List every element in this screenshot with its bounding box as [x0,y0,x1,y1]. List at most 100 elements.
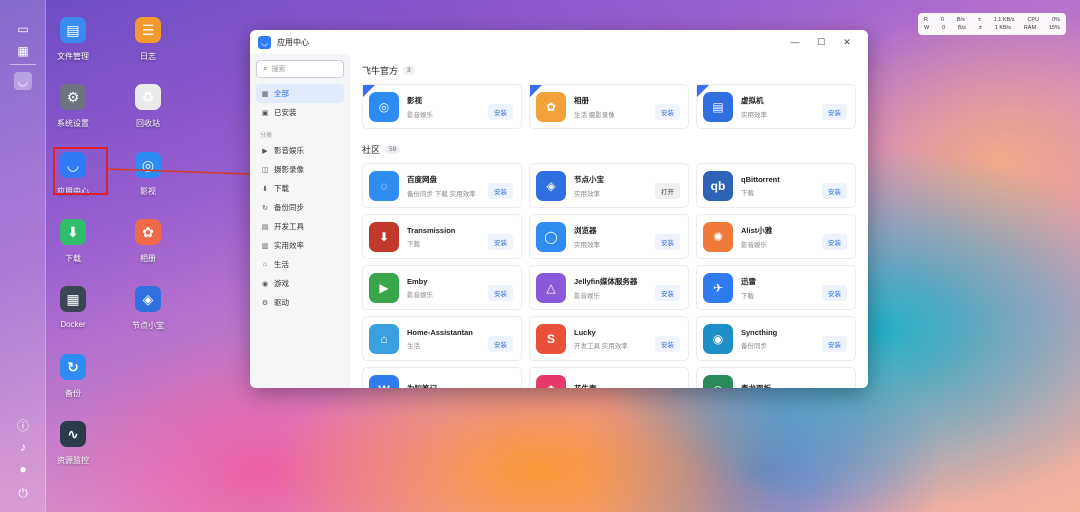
app-icon: ✿ [536,374,566,388]
sidebar-item-label: 下载 [274,184,289,193]
app-card[interactable]: qb qBittorrent 下载 安装 [696,163,856,208]
sidebar-item[interactable]: ⬇ 下载 [256,179,344,198]
app-info: 青龙面板 [741,383,849,389]
official-badge-icon [697,85,709,97]
install-button[interactable]: 安装 [488,183,513,199]
sidebar-item-label: 实用效率 [274,241,304,250]
sysmon-value: W [924,25,930,31]
app-card[interactable]: W 为知笔记 [362,367,522,388]
sidebar-item[interactable]: ◫ 摄影录像 [256,160,344,179]
nav-icon: ⬇ [262,185,268,193]
sidebar-item-label: 备份同步 [274,203,304,212]
app-card[interactable]: ◎ 影视 影音娱乐 安装 [362,84,522,129]
desktop-app-icon: ⚙ [60,84,86,110]
app-card[interactable]: ◉ Syncthing 备份同步 安装 [696,316,856,361]
monitor-icon[interactable]: ▭ [14,20,32,38]
app-icon: ◯ [536,221,566,252]
install-button[interactable]: 安装 [655,285,680,301]
sidebar-item[interactable]: ⌂ 生活 [256,255,344,274]
app-icon: ✺ [703,221,733,252]
app-card[interactable]: ⬇ Transmission 下载 安装 [362,214,522,259]
sidebar-item-label: 游戏 [274,279,289,288]
sysmon-value: R [924,17,928,23]
install-button[interactable]: 安装 [822,183,847,199]
sysmon-value: 0 [940,17,944,23]
app-name: 青龙面板 [741,383,771,389]
app-card[interactable]: S Lucky 开发工具 实用效率 安装 [529,316,689,361]
install-button[interactable]: 安装 [488,285,513,301]
desktop-icon[interactable]: ⬇ 下载 [38,219,108,264]
install-button[interactable]: 安装 [822,234,847,250]
desktop-icon[interactable]: ☰ 日志 [113,17,183,62]
sidebar-item[interactable]: ▶ 影音娱乐 [256,141,344,160]
app-grid-icon[interactable]: ▦ [14,42,32,60]
sidebar-item[interactable]: ↻ 备份同步 [256,198,344,217]
app-icon: ⌂ [369,323,399,354]
desktop-icon[interactable]: ⚙ 系统设置 [38,84,108,129]
desktop-icon[interactable]: ▤ 文件管理 [38,17,108,62]
app-card[interactable]: ▤ 虚拟机 实用效率 安装 [696,84,856,129]
app-icon: ⬇ [369,221,399,252]
install-button[interactable]: 安装 [655,104,680,120]
sidebar-item-label: 驱动 [274,298,289,307]
minimize-button[interactable]: — [782,37,808,47]
nav-icon: ▶ [262,147,268,155]
sysmon-value: RAM [1023,25,1037,31]
sidebar-item[interactable]: ▥ 实用效率 [256,236,344,255]
search-input[interactable]: ⌕ 搜索 [256,60,344,78]
maximize-button[interactable]: ☐ [808,37,834,48]
nav-icon: ⚙ [261,299,269,307]
sidebar-item[interactable]: ◉ 游戏 [256,274,344,293]
bell-icon[interactable]: ♪ [14,438,32,456]
app-card[interactable]: △ Jellyfin媒体服务器 影音娱乐 安装 [529,265,689,310]
app-card[interactable]: ◈ 节点小宝 实用效率 打开 [529,163,689,208]
sysmon-value: 15% [1048,25,1060,31]
install-button[interactable]: 安装 [822,285,847,301]
app-card[interactable]: ✺ Alist小雅 影音娱乐 安装 [696,214,856,259]
window-title: 应用中心 [277,37,309,47]
desktop-icon-label: 日志 [140,52,156,61]
power-icon[interactable]: ⏻ [14,484,32,502]
sidebar-item[interactable]: ⚙ 驱动 [256,293,344,312]
sidebar-item[interactable]: ▣ 已安装 [256,103,344,122]
sysmon-value: 1.1 KB/s [993,17,1015,23]
install-button[interactable]: 安装 [488,104,513,120]
app-icon: ▶ [369,272,399,303]
app-name: 为知笔记 [407,383,437,389]
install-button[interactable]: 安装 [655,336,680,352]
install-button[interactable]: 安装 [655,234,680,250]
sidebar-item[interactable]: ▤ 开发工具 [256,217,344,236]
app-card[interactable]: ✈ 迅雷 下载 安装 [696,265,856,310]
info-icon[interactable]: ⓘ [14,416,32,434]
app-card[interactable]: ✿ 相册 生活 摄影录像 安装 [529,84,689,129]
app-icon: △ [536,272,566,303]
desktop-app-icon: ∿ [60,421,86,447]
app-icon: S [536,323,566,354]
official-count-badge: 3 [403,66,415,75]
app-card[interactable]: ◌ 百度网盘 备份同步 下载 实用效率 安装 [362,163,522,208]
close-button[interactable]: ✕ [834,37,860,48]
open-button[interactable]: 打开 [655,183,680,199]
app-icon: ◌ [369,170,399,201]
install-button[interactable]: 安装 [488,234,513,250]
desktop-icon[interactable]: ▦ Docker [38,286,108,329]
app-center-taskbar-icon[interactable]: ◡ [14,72,32,90]
desktop-icon[interactable]: ♻ 回收站 [113,84,183,129]
app-card[interactable]: ◎ 青龙面板 [696,367,856,388]
install-button[interactable]: 安装 [822,104,847,120]
install-button[interactable]: 安装 [822,336,847,352]
sysmon-value: B/s [956,17,965,23]
user-icon[interactable]: ● [14,460,32,478]
official-badge-icon [530,85,542,97]
desktop-icon-label: 备份 [65,389,81,398]
desktop-icon[interactable]: ∿ 资源监控 [38,421,108,466]
app-card[interactable]: ▶ Emby 影音娱乐 安装 [362,265,522,310]
search-icon: ⌕ [263,64,268,73]
app-card[interactable]: ✿ 花生壳 [529,367,689,388]
app-card[interactable]: ◯ 浏览器 实用效率 安装 [529,214,689,259]
desktop-icon[interactable]: ↻ 备份 [38,354,108,399]
app-card[interactable]: ⌂ Home-Assistantan 生活 安装 [362,316,522,361]
sidebar-item[interactable]: ▦ 全部 [256,84,344,103]
sidebar-item-label: 影音娱乐 [274,146,304,155]
install-button[interactable]: 安装 [488,336,513,352]
